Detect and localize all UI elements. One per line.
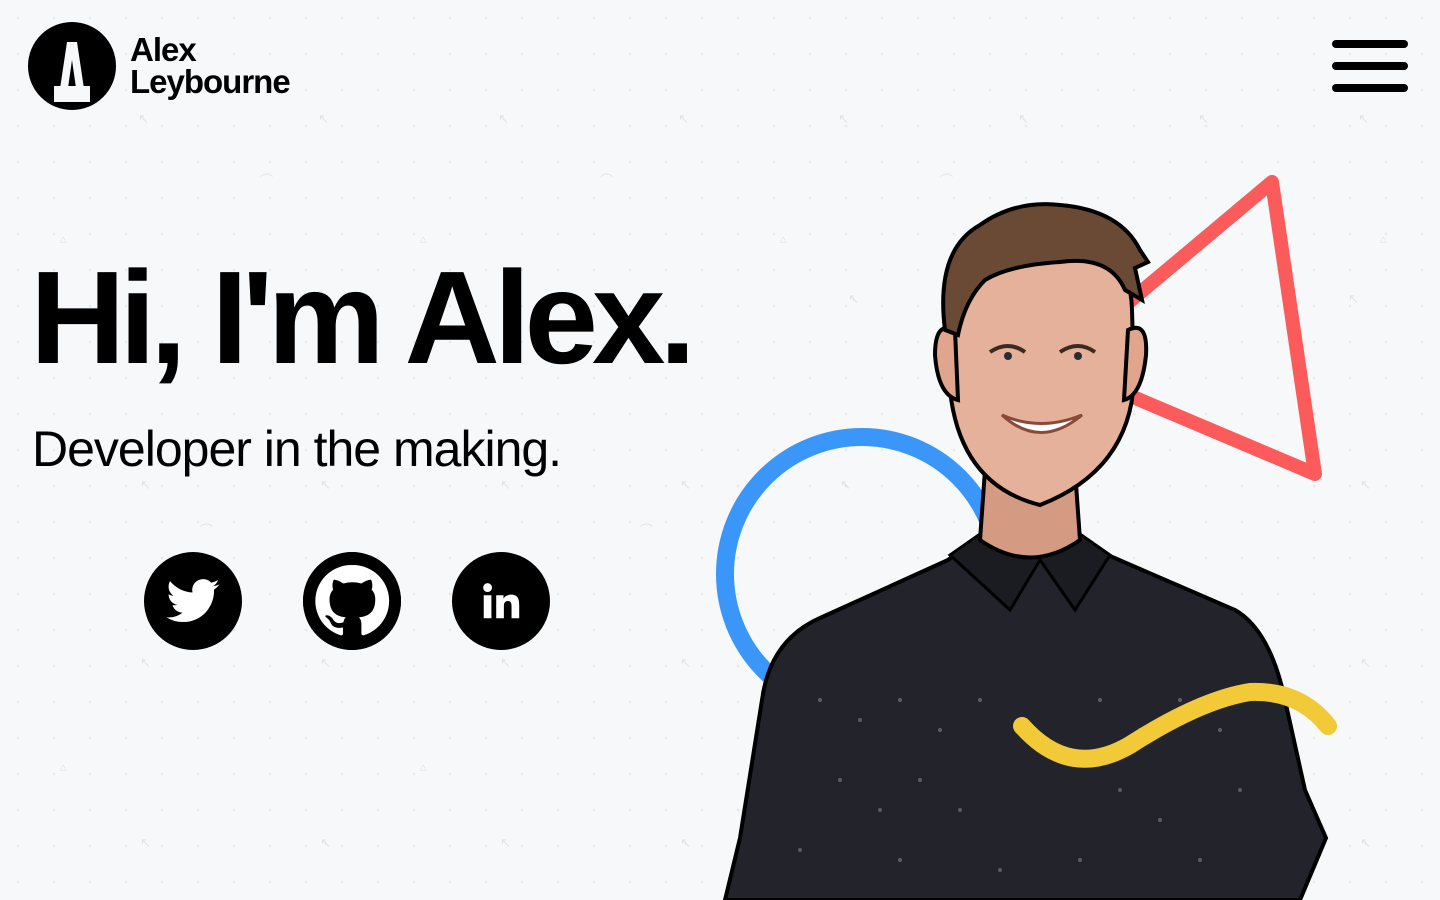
hamburger-menu-icon[interactable] <box>1332 40 1408 92</box>
twitter-link[interactable] <box>144 552 242 650</box>
hero-illustration <box>716 175 1337 900</box>
home-page: ↖ ↖ ↖ ↖ ↖ ↖ ↖ ↖ ⌒ ⌒ ⌒ ▵ ▵ ▵ ▵ ↖ ↖ ↖ ↖ ↖ … <box>0 0 1440 900</box>
github-icon <box>303 552 401 650</box>
menu-bar <box>1332 40 1408 48</box>
logo-first-name: Alex <box>130 31 197 68</box>
twitter-icon <box>166 579 220 623</box>
hero-subtitle: Developer in the making. <box>32 421 562 477</box>
menu-bar <box>1332 84 1408 92</box>
logo-wordmark: Alex Leybourne <box>130 31 291 100</box>
portrait-photo <box>722 202 1329 900</box>
linkedin-link[interactable] <box>452 552 550 650</box>
letter-a-logo <box>28 22 116 110</box>
home-logo-link[interactable]: Alex Leybourne <box>28 22 291 110</box>
hero-title: Hi, I'm Alex. <box>30 244 696 391</box>
logo-last-name: Leybourne <box>130 63 291 100</box>
github-link[interactable] <box>303 552 401 650</box>
linkedin-icon <box>483 583 520 619</box>
menu-bar <box>1332 62 1408 70</box>
